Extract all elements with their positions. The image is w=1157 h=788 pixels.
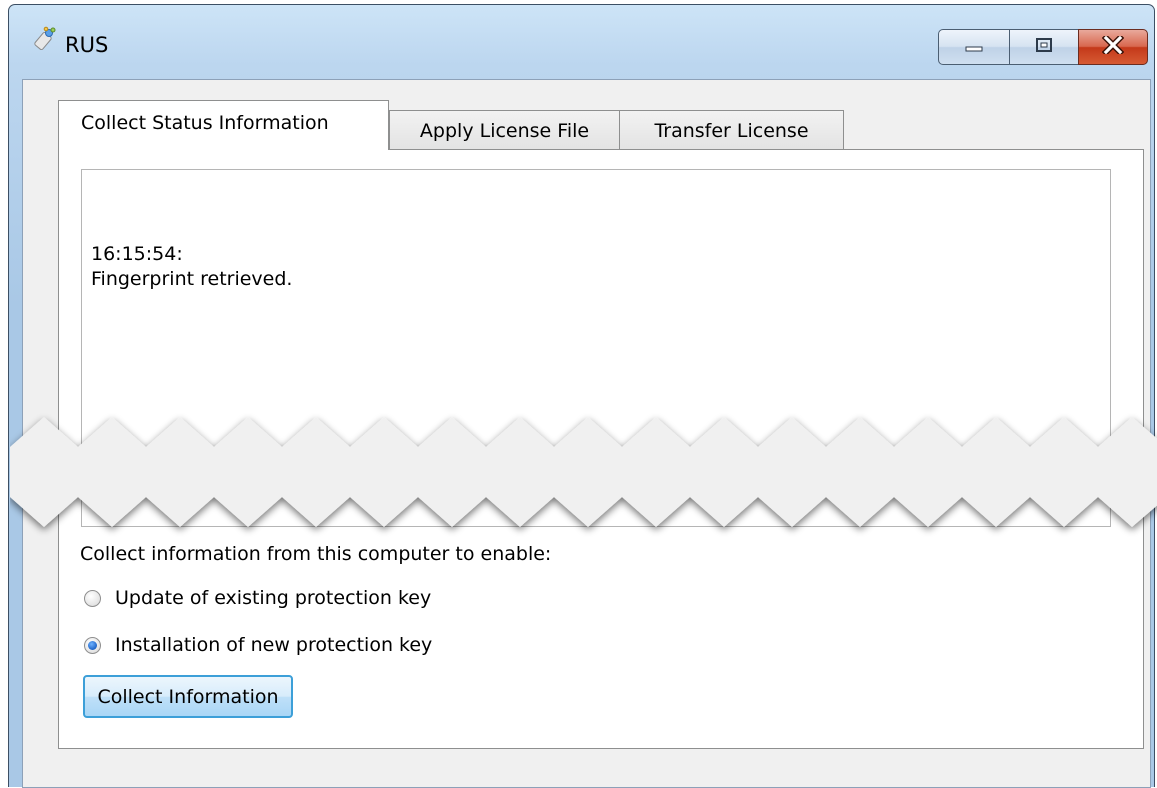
maximize-button[interactable] xyxy=(1009,29,1079,65)
log-message: Fingerprint retrieved. xyxy=(91,268,293,290)
title-bar[interactable]: RUS xyxy=(9,5,1154,79)
radio-install-new-key[interactable]: Installation of new protection key xyxy=(84,634,432,656)
log-timestamp: 16:15:54: xyxy=(91,243,183,265)
radio-button[interactable] xyxy=(84,636,101,654)
maximize-icon xyxy=(1035,37,1053,57)
key-icon xyxy=(29,25,59,55)
collect-information-button[interactable]: Collect Information xyxy=(83,675,293,718)
minimize-icon xyxy=(964,38,984,57)
minimize-button[interactable] xyxy=(938,29,1010,65)
torn-edge-overlay xyxy=(10,417,1157,527)
radio-label: Update of existing protection key xyxy=(115,587,432,609)
close-button[interactable] xyxy=(1078,29,1148,65)
tab-label: Apply License File xyxy=(419,119,590,142)
close-icon xyxy=(1101,33,1125,58)
radio-button[interactable] xyxy=(84,589,101,607)
window-title: RUS xyxy=(65,33,109,57)
tab-panel: 16:15:54: Fingerprint retrieved. Collect… xyxy=(10,149,1157,749)
radio-update-existing-key[interactable]: Update of existing protection key xyxy=(84,587,431,609)
tab-label: Transfer License xyxy=(654,119,809,142)
tab-transfer-license[interactable]: Transfer License xyxy=(619,110,844,150)
tab-collect-status-information[interactable]: Collect Status Information xyxy=(58,100,389,150)
tab-label: Collect Status Information xyxy=(81,111,329,134)
client-area: Collect Status Information Apply License… xyxy=(10,79,1157,788)
radio-label: Installation of new protection key xyxy=(115,634,433,656)
tab-apply-license-file[interactable]: Apply License File xyxy=(389,110,620,150)
app-window: RUS Collect Status Information Apply Lic… xyxy=(8,4,1157,788)
